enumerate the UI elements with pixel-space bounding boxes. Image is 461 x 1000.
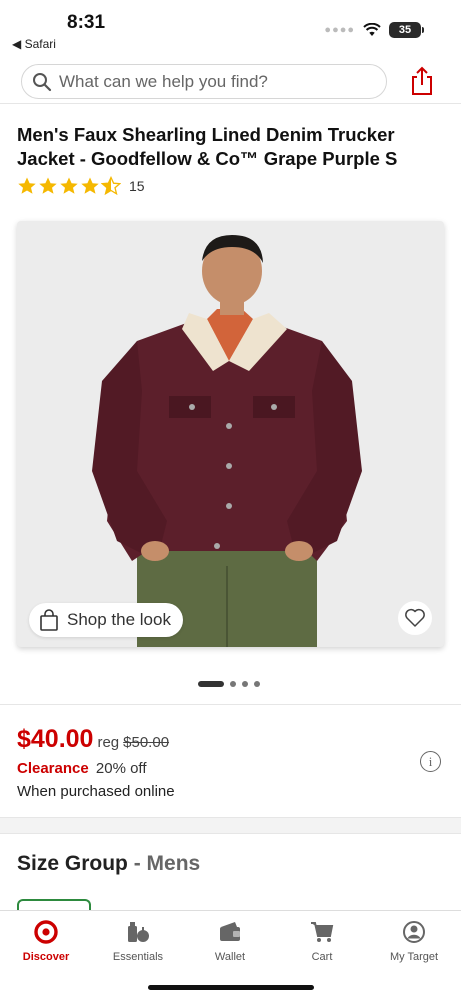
size-group-heading: Size Group - Mens xyxy=(17,852,200,876)
cart-icon xyxy=(309,919,335,945)
status-bar: 8:31 ◀ Safari ●●●● 35 xyxy=(0,0,461,56)
heart-icon xyxy=(405,608,425,627)
search-bar[interactable] xyxy=(21,64,387,99)
wallet-icon xyxy=(217,919,243,945)
tab-cart[interactable]: Cart xyxy=(276,919,368,963)
pager-dot[interactable] xyxy=(230,681,236,687)
share-icon[interactable] xyxy=(409,66,435,96)
tab-discover[interactable]: Discover xyxy=(0,919,92,963)
favorite-button[interactable] xyxy=(398,601,432,635)
size-group-label: Size Group xyxy=(17,852,128,875)
clearance-badge: Clearance xyxy=(17,760,89,777)
shop-the-look-label: Shop the look xyxy=(67,610,171,629)
product-title: Men's Faux Shearling Lined Denim Trucker… xyxy=(17,124,398,169)
star-full-icon xyxy=(18,177,36,194)
price-block: $40.00 reg $50.00 xyxy=(17,725,169,754)
star-full-icon xyxy=(39,177,57,194)
current-price: $40.00 xyxy=(17,725,94,753)
section-separator xyxy=(0,817,461,834)
pager-dot[interactable] xyxy=(254,681,260,687)
tab-label: My Target xyxy=(389,951,439,963)
reg-price-label: reg xyxy=(97,734,120,751)
battery-icon: 35 xyxy=(389,22,424,38)
star-full-icon xyxy=(81,177,99,194)
product-rating[interactable]: 15 xyxy=(17,176,145,196)
search-header xyxy=(0,62,461,104)
star-full-icon xyxy=(60,177,78,194)
size-group-separator: - xyxy=(133,852,141,875)
pager-dot[interactable] xyxy=(242,681,248,687)
clearance-line: Clearance 20% off xyxy=(17,760,147,777)
image-carousel-pager[interactable] xyxy=(198,681,260,687)
reg-price: $50.00 xyxy=(123,734,170,751)
info-icon[interactable]: i xyxy=(420,751,441,772)
rating-count: 15 xyxy=(129,178,145,194)
shopping-bag-icon xyxy=(40,609,58,631)
home-indicator[interactable] xyxy=(148,985,314,990)
target-logo-icon xyxy=(33,919,59,945)
price-note: When purchased online xyxy=(17,783,175,800)
product-image[interactable]: Shop the look xyxy=(17,221,444,647)
discount-text: 20% off xyxy=(95,760,147,777)
tab-essentials[interactable]: Essentials xyxy=(92,919,184,963)
pager-dot-active[interactable] xyxy=(198,681,224,687)
size-group-value: Mens xyxy=(146,852,201,875)
tab-label: Essentials xyxy=(112,951,164,963)
signal-icon: ●●●● xyxy=(324,24,355,36)
essentials-icon xyxy=(125,919,151,945)
search-icon xyxy=(33,72,52,91)
tab-wallet[interactable]: Wallet xyxy=(184,919,276,963)
star-half-icon xyxy=(101,176,121,196)
shop-the-look-button[interactable]: Shop the look xyxy=(29,603,183,637)
tab-label: Wallet xyxy=(214,951,246,963)
divider xyxy=(0,704,461,705)
account-icon xyxy=(401,919,427,945)
tab-my-target[interactable]: My Target xyxy=(368,919,460,963)
status-time: 8:31 xyxy=(67,12,106,33)
model-wearing-jacket-image xyxy=(92,235,362,647)
status-indicators: ●●●● 35 xyxy=(324,22,424,38)
search-input[interactable] xyxy=(59,71,359,92)
tab-label: Discover xyxy=(22,951,70,963)
back-to-safari-link[interactable]: ◀ Safari xyxy=(12,37,56,51)
wifi-icon xyxy=(363,23,381,36)
tab-label: Cart xyxy=(311,951,333,963)
